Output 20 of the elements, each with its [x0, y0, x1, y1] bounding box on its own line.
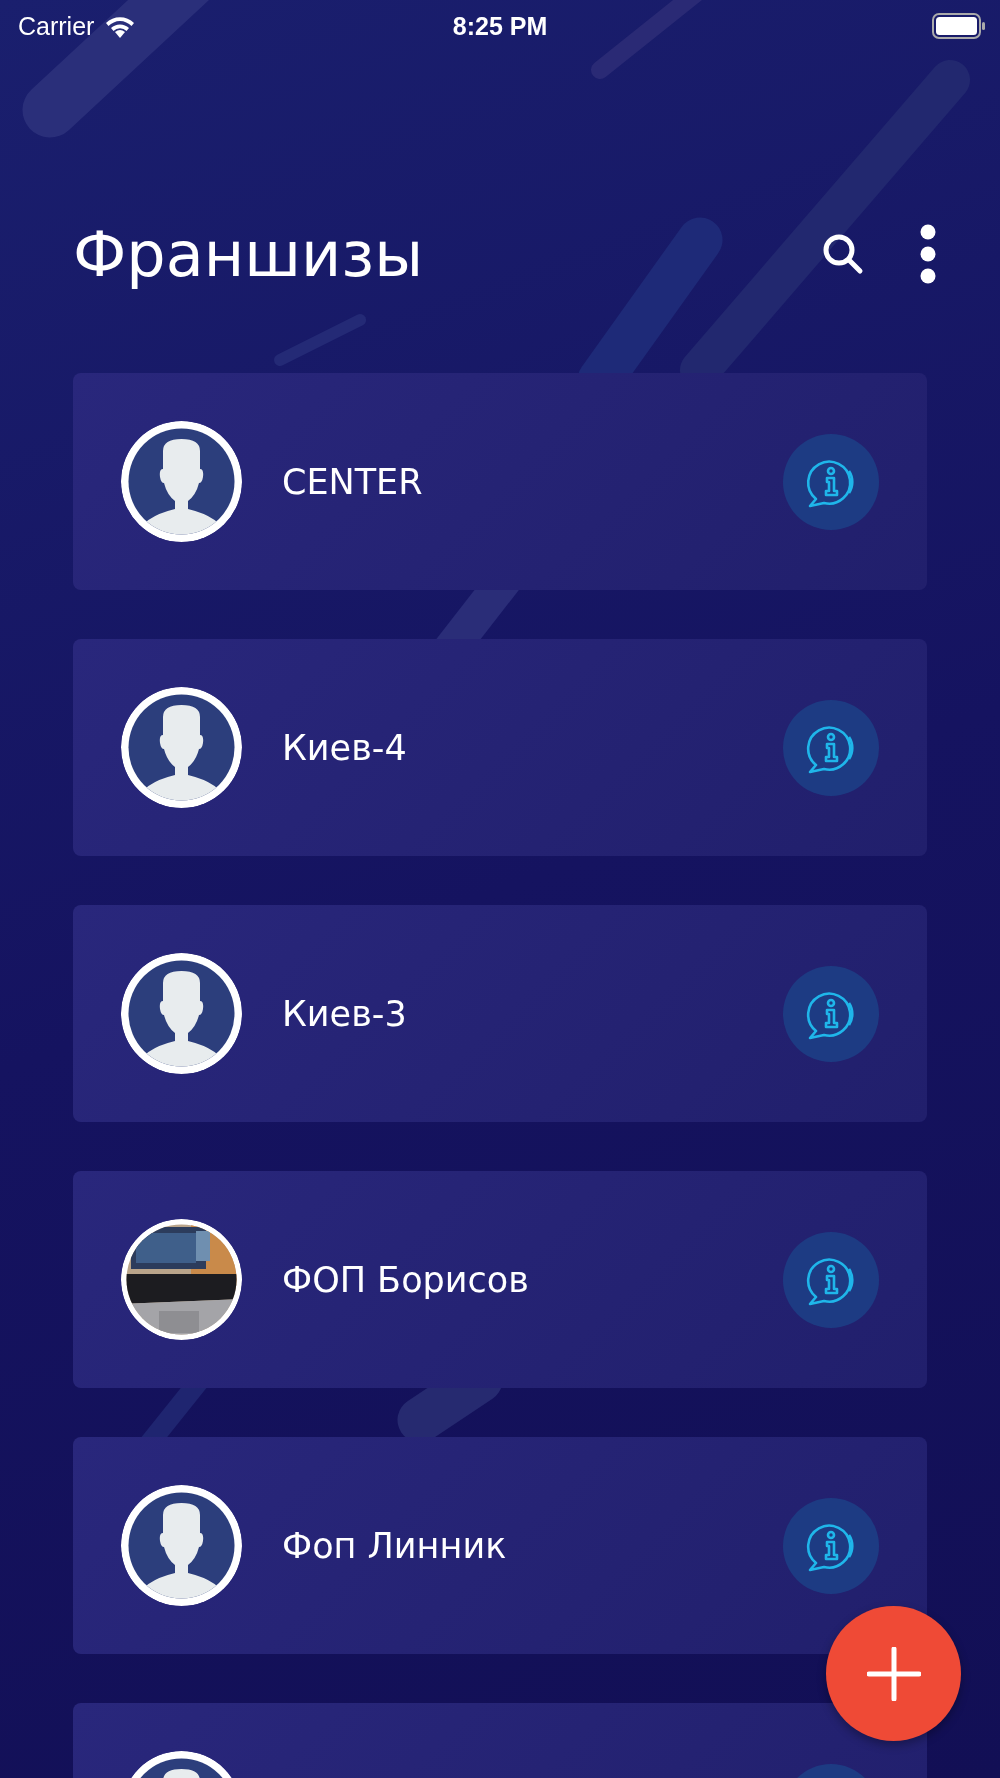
franchise-name: Киев-3 — [282, 993, 408, 1034]
franchise-card[interactable]: Киев-4 — [73, 639, 927, 856]
franchise-name: Киев-4 — [282, 727, 408, 768]
franchise-card[interactable]: ФОП Борисов — [73, 1171, 927, 1388]
page-title: Франшизы — [73, 217, 425, 291]
plus-icon — [866, 1646, 921, 1701]
franchise-name: Фоп Линник — [282, 1525, 508, 1566]
avatar-icon — [121, 953, 242, 1074]
franchise-card[interactable]: Киев-3 — [73, 905, 927, 1122]
franchise-name: CENTER — [282, 461, 424, 502]
avatar-icon — [121, 421, 242, 542]
wifi-icon — [104, 14, 137, 38]
franchise-card[interactable]: Фоп Линник — [73, 1437, 927, 1654]
franchise-name: ФОП Борисов — [282, 1259, 530, 1300]
franchise-card[interactable]: CENTER — [73, 373, 927, 590]
status-time: 8:25 PM — [452, 11, 548, 41]
carrier-name: Carrier — [18, 11, 95, 41]
avatar-icon — [121, 687, 242, 808]
battery-icon — [932, 13, 986, 39]
avatar-icon — [121, 1485, 242, 1606]
